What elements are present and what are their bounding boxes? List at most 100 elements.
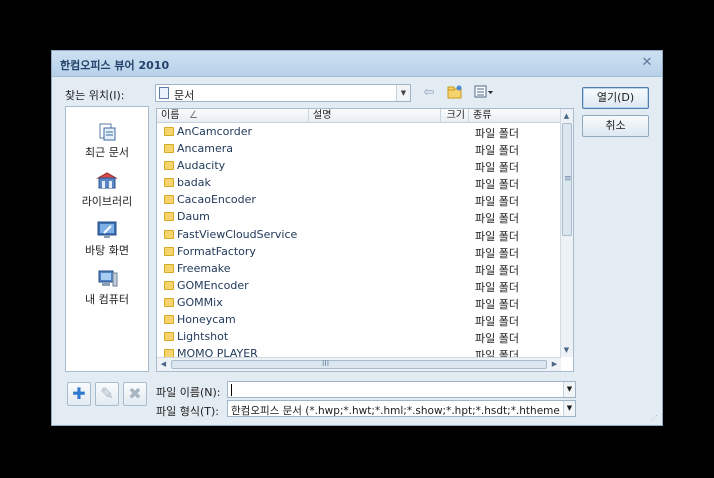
back-arrow-icon[interactable]: ⇦	[420, 85, 438, 101]
window-title: 한컴오피스 뷰어 2010	[60, 59, 170, 72]
place-label: 라이브러리	[81, 195, 133, 208]
list-item[interactable]: Audacity 파일 폴더	[157, 157, 561, 174]
file-type: 파일 폴더	[475, 212, 519, 226]
desktop-icon	[96, 221, 118, 239]
list-item[interactable]: GOMEncoder 파일 폴더	[157, 277, 561, 294]
place-computer[interactable]: 내 컴퓨터	[66, 270, 148, 307]
list-item[interactable]: badak 파일 폴더	[157, 174, 561, 191]
vertical-scroll-thumb[interactable]: ≡	[562, 123, 572, 236]
scroll-left-icon[interactable]: ◀	[158, 358, 169, 370]
filetype-label: 파일 형식(T):	[156, 405, 219, 418]
open-button[interactable]: 열기(D)	[582, 87, 649, 109]
filename-label: 파일 이름(N):	[156, 386, 221, 399]
title-bar[interactable]: 한컴오피스 뷰어 2010 ✕	[52, 51, 662, 77]
list-item[interactable]: FormatFactory 파일 폴더	[157, 243, 561, 260]
grip-icon: III	[322, 359, 330, 368]
list-item[interactable]: Ancamera 파일 폴더	[157, 140, 561, 157]
file-type: 파일 폴더	[475, 263, 519, 277]
list-item[interactable]: FastViewCloudService 파일 폴더	[157, 226, 561, 243]
delete-place-button[interactable]: ✖	[123, 382, 147, 406]
folder-icon	[164, 315, 174, 325]
column-name[interactable]: 이름 ∠	[157, 109, 309, 123]
place-library[interactable]: 라이브러리	[66, 172, 148, 209]
place-desktop[interactable]: 바탕 화면	[66, 221, 148, 258]
column-size[interactable]: 크기	[441, 109, 469, 123]
horizontal-scrollbar[interactable]: ◀ III ▶	[157, 357, 561, 371]
file-name: AnCamcorder	[177, 125, 253, 138]
file-list[interactable]: 이름 ∠ 설명 크기 종류 AnCamcorder 파일 폴더 Ancamera 파…	[156, 108, 574, 372]
list-item[interactable]: Daum 파일 폴더	[157, 208, 561, 225]
column-name-label: 이름	[161, 110, 180, 121]
column-type[interactable]: 종류	[469, 109, 561, 123]
file-name: GOMEncoder	[177, 278, 249, 292]
filetype-select[interactable]: 한컴오피스 문서 (*.hwp;*.hwt;*.hml;*.show;*.hpt…	[227, 400, 576, 417]
chevron-down-icon[interactable]: ▼	[396, 85, 410, 101]
folder-icon	[164, 229, 174, 239]
file-name: Lightshot	[177, 330, 229, 344]
folder-icon	[164, 263, 174, 273]
place-label: 바탕 화면	[85, 244, 129, 257]
open-file-dialog: 한컴오피스 뷰어 2010 ✕ 찾는 위치(I): 문서 ▼ ⇦ 열기(D) 취…	[51, 50, 663, 426]
list-item[interactable]: CacaoEncoder 파일 폴더	[157, 191, 561, 208]
library-icon	[96, 172, 118, 190]
list-item[interactable]: Freemake 파일 폴더	[157, 260, 561, 277]
location-combo[interactable]: 문서 ▼	[155, 84, 411, 102]
scroll-up-icon[interactable]: ▲	[561, 110, 572, 122]
file-name: Honeycam	[177, 313, 236, 327]
delete-icon: ✖	[128, 384, 142, 403]
place-label: 내 컴퓨터	[85, 293, 129, 306]
horizontal-scroll-thumb[interactable]: III	[171, 359, 547, 369]
file-type: 파일 폴더	[475, 280, 519, 294]
file-name: GOMMix	[177, 295, 223, 309]
cancel-button[interactable]: 취소	[582, 115, 649, 137]
add-place-button[interactable]: ✚	[67, 382, 91, 406]
folder-icon	[164, 127, 174, 136]
file-type: 파일 폴더	[475, 297, 519, 311]
location-value: 문서	[174, 89, 195, 102]
file-type: 파일 폴더	[475, 246, 519, 260]
place-recent-docs[interactable]: 최근 문서	[66, 123, 148, 160]
folder-icon	[164, 195, 174, 205]
file-name: FormatFactory	[177, 244, 256, 258]
file-type: 파일 폴더	[475, 315, 519, 329]
column-description[interactable]: 설명	[309, 109, 441, 123]
resize-grip-icon[interactable]: ⋰	[651, 414, 659, 422]
grip-icon: ≡	[564, 174, 572, 184]
list-item[interactable]: Lightshot 파일 폴더	[157, 328, 561, 345]
folder-icon	[164, 161, 174, 171]
view-menu-icon[interactable]	[473, 85, 495, 101]
chevron-down-icon[interactable]: ▼	[563, 382, 575, 397]
close-icon[interactable]: ✕	[639, 55, 655, 71]
places-bar: 최근 문서 라이브러리 바탕 화면 내 컴퓨터	[65, 106, 149, 372]
file-name: Daum	[177, 210, 210, 224]
folder-icon	[164, 246, 174, 256]
computer-icon	[96, 270, 118, 288]
file-type: 파일 폴더	[475, 178, 519, 192]
column-header: 이름 ∠ 설명 크기 종류	[157, 109, 561, 123]
edit-place-button[interactable]: ✎	[95, 382, 119, 406]
file-name: FastViewCloudService	[177, 227, 298, 241]
folder-icon	[164, 212, 174, 222]
folder-icon	[164, 297, 174, 307]
folder-icon	[164, 332, 174, 342]
list-item[interactable]: Honeycam 파일 폴더	[157, 311, 561, 328]
vertical-scrollbar[interactable]: ▲ ≡ ▼	[560, 109, 573, 357]
scroll-right-icon[interactable]: ▶	[549, 358, 560, 370]
text-caret	[231, 384, 232, 396]
pencil-icon: ✎	[100, 384, 114, 403]
documents-folder-icon	[159, 87, 169, 99]
filename-input[interactable]: ▼	[227, 381, 576, 398]
chevron-down-icon[interactable]: ▼	[563, 401, 575, 416]
recent-docs-icon	[96, 123, 118, 141]
file-type: 파일 폴더	[475, 195, 519, 209]
location-label: 찾는 위치(I):	[65, 89, 125, 102]
folder-icon	[164, 280, 174, 290]
new-folder-icon[interactable]	[446, 85, 464, 101]
file-name: Ancamera	[177, 142, 234, 156]
scroll-down-icon[interactable]: ▼	[561, 344, 572, 356]
sort-indicator-icon: ∠	[189, 110, 198, 121]
list-item[interactable]: GOMMix 파일 폴더	[157, 294, 561, 311]
list-item[interactable]: AnCamcorder 파일 폴더	[157, 123, 561, 140]
file-type: 파일 폴더	[475, 161, 519, 175]
file-type: 파일 폴더	[475, 144, 519, 158]
